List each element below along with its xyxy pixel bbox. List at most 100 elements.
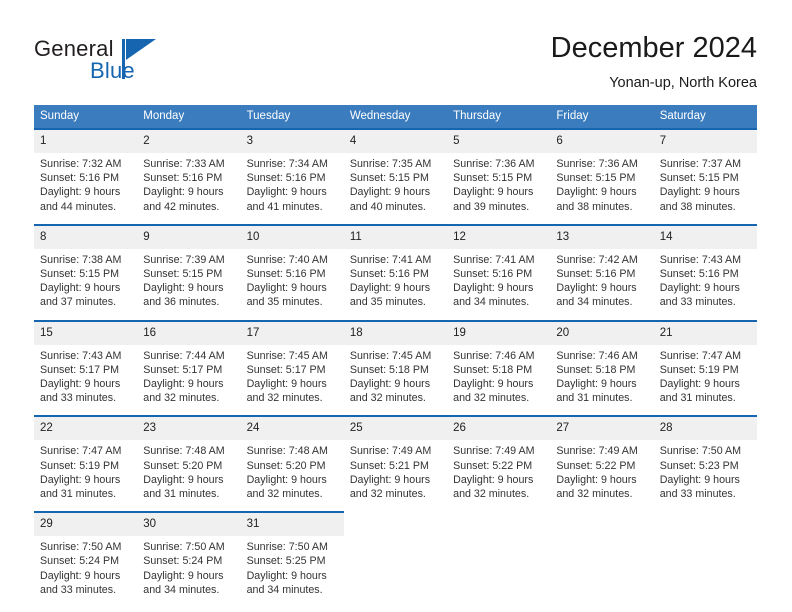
day-number: 21 bbox=[653, 321, 757, 345]
calendar-day-cell[interactable]: 29 Sunrise: 7:50 AM Sunset: 5:24 PM Dayligh… bbox=[34, 511, 138, 608]
calendar-day-cell[interactable]: 21 Sunrise: 7:47 AM Sunset: 5:19 PM Dayligh… bbox=[653, 319, 757, 417]
calendar-day-cell[interactable]: 26 Sunrise: 7:49 AM Sunset: 5:22 PM Dayligh… bbox=[447, 415, 551, 513]
day-daylight-line1-text: Daylight: 9 hours bbox=[556, 186, 637, 199]
day-daylight-line1-text: Daylight: 9 hours bbox=[143, 282, 224, 295]
day-number: 15 bbox=[34, 321, 138, 345]
day-number: 5 bbox=[447, 130, 551, 153]
calendar-day-cell[interactable]: 3 Sunrise: 7:34 AM Sunset: 5:16 PM Daylight… bbox=[240, 128, 344, 225]
day-sunset-text: Sunset: 5:18 PM bbox=[349, 363, 429, 376]
calendar-day-cell[interactable]: 20 Sunrise: 7:46 AM Sunset: 5:18 PM Dayligh… bbox=[550, 319, 654, 417]
calendar-day-cell[interactable]: 2 Sunrise: 7:33 AM Sunset: 5:16 PM Daylight… bbox=[137, 128, 241, 225]
calendar-day-cell[interactable]: 23 Sunrise: 7:48 AM Sunset: 5:20 PM Dayligh… bbox=[137, 415, 241, 513]
page-subtitle: Yonan-up, North Korea bbox=[609, 75, 757, 91]
calendar-day-cell[interactable]: 5 Sunrise: 7:36 AM Sunset: 5:15 PM Daylight… bbox=[447, 128, 551, 225]
day-daylight-line2-text: and 32 minutes. bbox=[246, 488, 323, 501]
calendar-day-cell[interactable]: 31 Sunrise: 7:50 AM Sunset: 5:25 PM Dayligh… bbox=[240, 511, 344, 608]
calendar-day-cell[interactable]: 13 Sunrise: 7:42 AM Sunset: 5:16 PM Dayligh… bbox=[550, 223, 654, 321]
day-sun-info bbox=[550, 535, 653, 592]
day-sunrise-text: Sunrise: 7:41 AM bbox=[349, 253, 432, 266]
day-daylight-line2-text: and 31 minutes. bbox=[40, 488, 117, 501]
day-number: 26 bbox=[447, 417, 551, 441]
day-sunrise-text: Sunrise: 7:49 AM bbox=[556, 445, 638, 458]
calendar-day-cell[interactable]: 18 Sunrise: 7:45 AM Sunset: 5:18 PM Dayligh… bbox=[343, 319, 448, 417]
day-sun-info: Sunrise: 7:49 AM Sunset: 5:21 PM Daylight:… bbox=[344, 440, 447, 511]
day-daylight-line2-text: and 34 minutes. bbox=[246, 583, 323, 596]
day-daylight-line2-text: and 34 minutes. bbox=[143, 583, 220, 596]
day-sunrise-text: Sunrise: 7:48 AM bbox=[246, 445, 328, 458]
day-sunset-text: Sunset: 5:24 PM bbox=[143, 555, 223, 568]
calendar-day-cell[interactable]: 24 Sunrise: 7:48 AM Sunset: 5:20 PM Dayligh… bbox=[240, 415, 344, 513]
day-sunrise-text: Sunrise: 7:44 AM bbox=[143, 349, 225, 362]
day-number: 11 bbox=[343, 225, 448, 249]
day-daylight-line2-text: and 34 minutes. bbox=[453, 296, 530, 309]
calendar-day-cell[interactable]: 1 Sunrise: 7:32 AM Sunset: 5:16 PM Daylight… bbox=[34, 128, 138, 225]
weekday-header-thursday: Thursday bbox=[447, 105, 551, 129]
day-sun-info: Sunrise: 7:41 AM Sunset: 5:16 PM Daylight:… bbox=[447, 249, 550, 320]
calendar-day-cell[interactable]: 6 Sunrise: 7:36 AM Sunset: 5:15 PM Daylight… bbox=[550, 128, 654, 225]
day-daylight-line1-text: Daylight: 9 hours bbox=[40, 282, 121, 295]
calendar-day-cell[interactable]: 15 Sunrise: 7:43 AM Sunset: 5:17 PM Dayligh… bbox=[34, 319, 138, 417]
calendar-day-cell[interactable]: 10 Sunrise: 7:40 AM Sunset: 5:16 PM Dayligh… bbox=[240, 223, 344, 321]
calendar-day-cell[interactable]: 30 Sunrise: 7:50 AM Sunset: 5:24 PM Dayligh… bbox=[137, 511, 241, 608]
day-daylight-line1-text: Daylight: 9 hours bbox=[556, 473, 637, 486]
day-number: 27 bbox=[550, 417, 654, 441]
day-number: 12 bbox=[447, 225, 551, 249]
calendar-day-cell[interactable]: 27 Sunrise: 7:49 AM Sunset: 5:22 PM Dayligh… bbox=[550, 415, 654, 513]
day-daylight-line1-text: Daylight: 9 hours bbox=[40, 569, 121, 582]
day-sunrise-text: Sunrise: 7:36 AM bbox=[453, 158, 535, 170]
day-daylight-line2-text: and 32 minutes. bbox=[453, 392, 530, 405]
day-daylight-line2-text: and 33 minutes. bbox=[659, 296, 736, 309]
day-sun-info bbox=[344, 535, 447, 592]
day-sunset-text: Sunset: 5:16 PM bbox=[556, 268, 636, 281]
day-sunset-text: Sunset: 5:16 PM bbox=[453, 268, 533, 281]
calendar-day-cell[interactable]: 25 Sunrise: 7:49 AM Sunset: 5:21 PM Dayligh… bbox=[343, 415, 448, 513]
day-sun-info: Sunrise: 7:34 AM Sunset: 5:16 PM Daylight:… bbox=[241, 153, 344, 224]
day-sun-info: Sunrise: 7:46 AM Sunset: 5:18 PM Daylight:… bbox=[447, 345, 550, 416]
calendar-day-cell[interactable]: 22 Sunrise: 7:47 AM Sunset: 5:19 PM Dayligh… bbox=[34, 415, 138, 513]
day-sunset-text: Sunset: 5:16 PM bbox=[246, 268, 326, 281]
day-daylight-line1-text: Daylight: 9 hours bbox=[246, 186, 327, 199]
day-number: 4 bbox=[343, 130, 448, 153]
day-sun-info: Sunrise: 7:41 AM Sunset: 5:16 PM Daylight:… bbox=[344, 249, 447, 320]
calendar-day-cell[interactable]: 14 Sunrise: 7:43 AM Sunset: 5:16 PM Dayligh… bbox=[653, 223, 757, 321]
calendar-day-cell[interactable]: 28 Sunrise: 7:50 AM Sunset: 5:23 PM Dayligh… bbox=[653, 415, 757, 513]
day-daylight-line1-text: Daylight: 9 hours bbox=[349, 282, 431, 295]
calendar-week-row: 15 Sunrise: 7:43 AM Sunset: 5:17 PM Dayligh… bbox=[34, 319, 757, 417]
calendar-day-cell[interactable]: 11 Sunrise: 7:41 AM Sunset: 5:16 PM Dayligh… bbox=[343, 223, 448, 321]
calendar-day-cell[interactable]: 4 Sunrise: 7:35 AM Sunset: 5:15 PM Daylight… bbox=[343, 128, 448, 225]
day-daylight-line1-text: Daylight: 9 hours bbox=[143, 378, 224, 391]
day-sunset-text: Sunset: 5:15 PM bbox=[556, 172, 636, 185]
day-sunrise-text: Sunrise: 7:49 AM bbox=[349, 445, 432, 458]
day-number bbox=[344, 512, 447, 535]
title-block: December 2024 Yonan-up, North Korea bbox=[551, 30, 757, 94]
day-daylight-line2-text: and 34 minutes. bbox=[556, 296, 633, 309]
calendar-day-cell[interactable]: 9 Sunrise: 7:39 AM Sunset: 5:15 PM Daylight… bbox=[137, 223, 241, 321]
day-daylight-line1-text: Daylight: 9 hours bbox=[40, 473, 121, 486]
day-number: 20 bbox=[550, 321, 654, 345]
day-number: 18 bbox=[343, 321, 448, 345]
day-daylight-line2-text: and 37 minutes. bbox=[40, 296, 117, 309]
day-daylight-line1-text: Daylight: 9 hours bbox=[143, 569, 224, 582]
weekday-header-wednesday: Wednesday bbox=[343, 105, 448, 129]
day-sun-info: Sunrise: 7:50 AM Sunset: 5:24 PM Daylight:… bbox=[34, 536, 137, 607]
calendar-day-cell[interactable]: 17 Sunrise: 7:45 AM Sunset: 5:17 PM Dayligh… bbox=[240, 319, 344, 417]
day-number: 23 bbox=[137, 417, 241, 441]
day-daylight-line2-text: and 35 minutes. bbox=[349, 296, 426, 309]
day-sunset-text: Sunset: 5:15 PM bbox=[40, 268, 120, 281]
day-sunset-text: Sunset: 5:20 PM bbox=[143, 459, 223, 472]
general-blue-logo[interactable]: General Blue bbox=[34, 36, 254, 92]
calendar-week-row: 22 Sunrise: 7:47 AM Sunset: 5:19 PM Dayligh… bbox=[34, 415, 757, 513]
day-sunset-text: Sunset: 5:17 PM bbox=[40, 363, 120, 376]
day-sun-info: Sunrise: 7:47 AM Sunset: 5:19 PM Daylight:… bbox=[654, 345, 757, 416]
calendar-day-cell[interactable]: 16 Sunrise: 7:44 AM Sunset: 5:17 PM Dayligh… bbox=[137, 319, 241, 417]
day-sunset-text: Sunset: 5:22 PM bbox=[453, 459, 533, 472]
calendar-day-cell[interactable]: 19 Sunrise: 7:46 AM Sunset: 5:18 PM Dayligh… bbox=[447, 319, 551, 417]
day-sunset-text: Sunset: 5:15 PM bbox=[659, 172, 739, 185]
day-sun-info: Sunrise: 7:43 AM Sunset: 5:17 PM Daylight:… bbox=[34, 345, 137, 416]
day-sunrise-text: Sunrise: 7:42 AM bbox=[556, 253, 638, 266]
day-sunrise-text: Sunrise: 7:33 AM bbox=[143, 158, 225, 170]
calendar-day-cell[interactable]: 8 Sunrise: 7:38 AM Sunset: 5:15 PM Daylight… bbox=[34, 223, 138, 321]
calendar-day-cell[interactable]: 12 Sunrise: 7:41 AM Sunset: 5:16 PM Dayligh… bbox=[447, 223, 551, 321]
day-number: 3 bbox=[240, 130, 344, 153]
calendar-day-cell[interactable]: 7 Sunrise: 7:37 AM Sunset: 5:15 PM Daylight… bbox=[653, 128, 757, 225]
